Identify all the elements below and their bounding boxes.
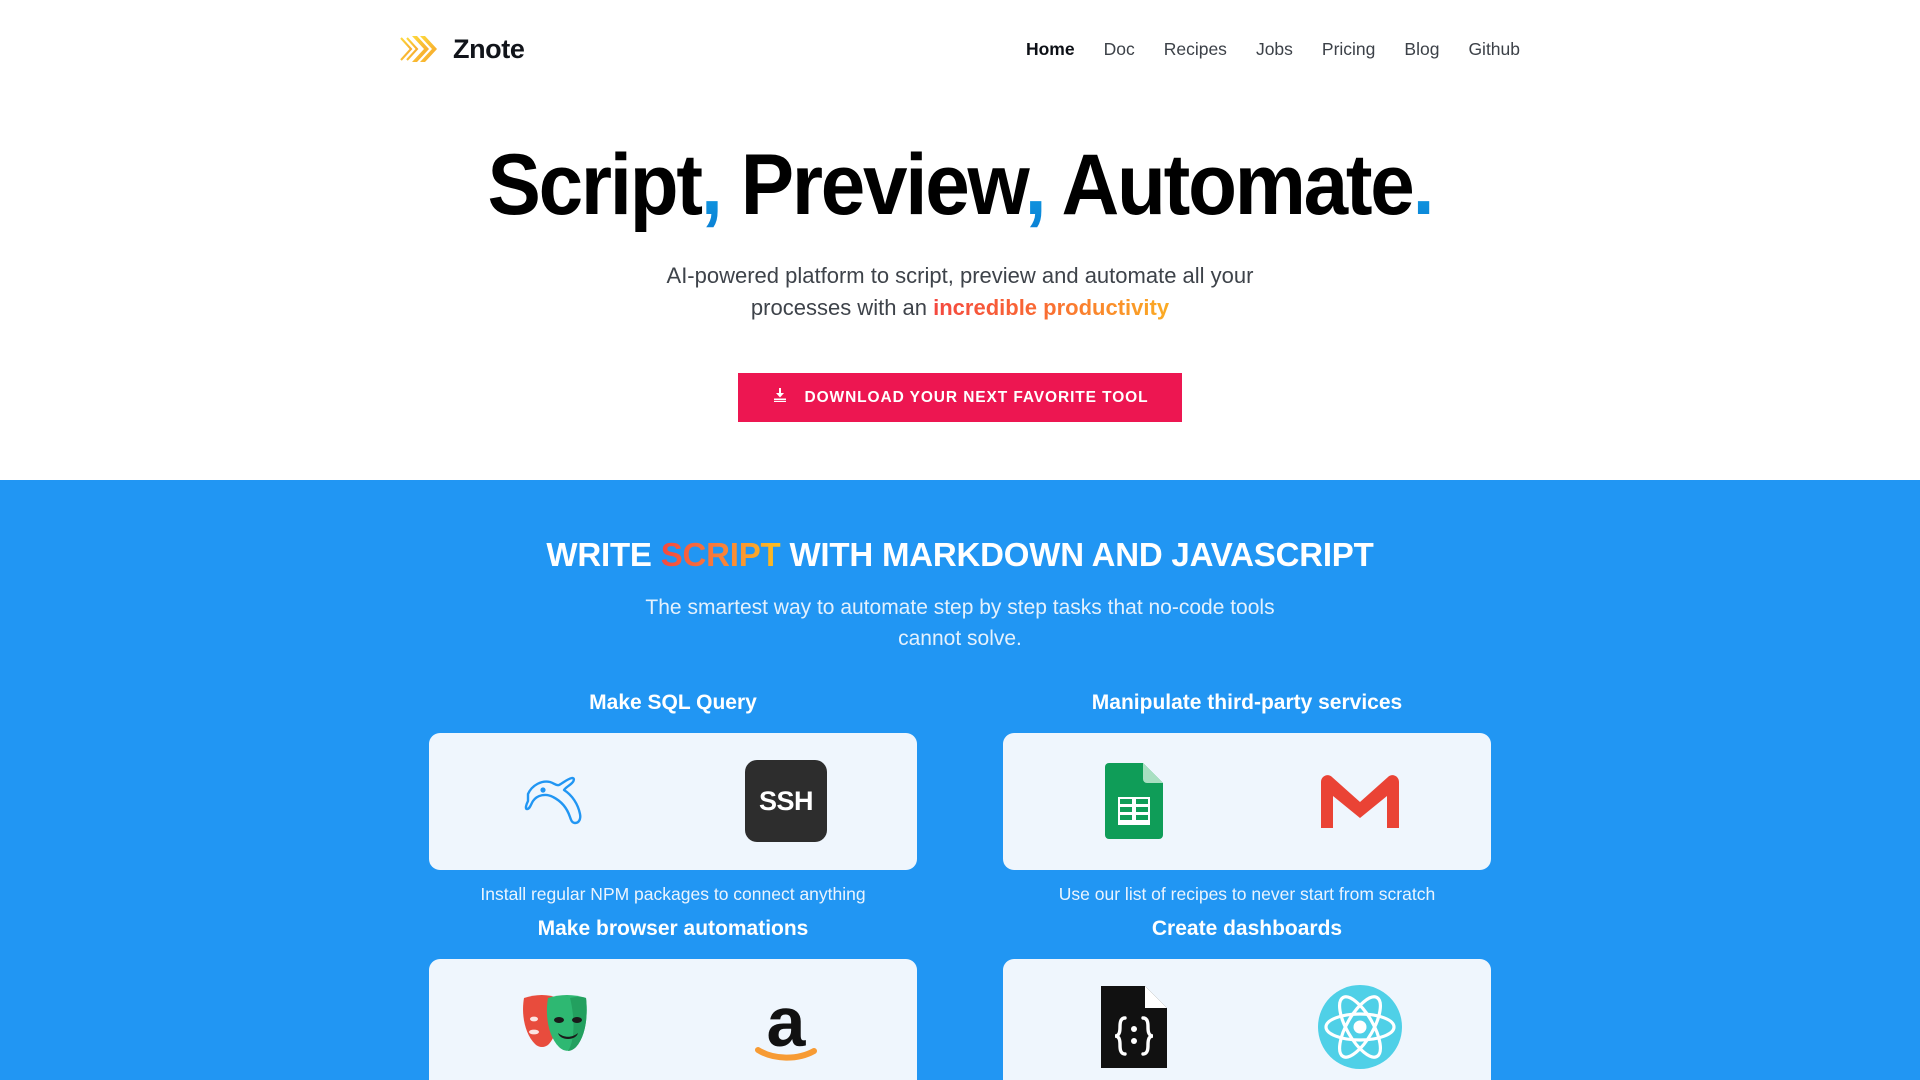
feature-card-browser: Make browser automations a (429, 917, 917, 1080)
hero-subtitle-line1: AI-powered platform to script, preview a… (666, 263, 1254, 289)
ssh-label: SSH (745, 760, 827, 843)
site-header: Znote Home Doc Recipes Jobs Pricing Blog… (0, 0, 1920, 98)
hero-subtitle-line2-prefix: processes with an (750, 295, 934, 321)
hero-comma-2: , (1024, 137, 1047, 233)
feature-card-box[interactable]: a (429, 958, 917, 1080)
nav-item-blog[interactable]: Blog (1404, 39, 1439, 60)
hero-title-preview: Preview (720, 137, 1027, 233)
feature-card-title: Make browser automations (537, 916, 809, 940)
theater-masks-icon (511, 978, 609, 1076)
json-file-icon (1085, 978, 1183, 1076)
download-button[interactable]: DOWNLOAD YOUR NEXT FAVORITE TOOL (737, 373, 1183, 423)
feature-card-title: Manipulate third-party services (1091, 690, 1403, 714)
hero-cta-container: DOWNLOAD YOUR NEXT FAVORITE TOOL (0, 373, 1920, 423)
svg-text:a: a (767, 988, 807, 1061)
hero-comma-1: , (700, 137, 723, 233)
znote-chevron-logo-icon (398, 28, 438, 70)
feature-card-title: Make SQL Query (589, 690, 757, 714)
hero-section: Script, Preview, Automate. AI-powered pl… (0, 98, 1920, 423)
features-section: WRITE SCRIPT WITH MARKDOWN AND JAVASCRIP… (0, 480, 1920, 1080)
features-subtitle-line2: cannot solve. (898, 626, 1022, 650)
feature-card-dashboards: Create dashboards (1003, 917, 1491, 1080)
features-heading-highlight: SCRIPT (660, 536, 781, 574)
feature-card-box[interactable] (1003, 958, 1491, 1080)
feature-cards-grid: Make SQL Query SSH Install regular NPM p… (429, 691, 1491, 1080)
features-heading-prefix: WRITE (546, 536, 661, 574)
feature-card-box[interactable]: SSH (429, 732, 917, 870)
hero-subtitle-highlight: incredible productivity (933, 295, 1170, 321)
nav-item-recipes[interactable]: Recipes (1164, 39, 1227, 60)
features-subtitle: The smartest way to automate step by ste… (0, 593, 1920, 654)
features-heading: WRITE SCRIPT WITH MARKDOWN AND JAVASCRIP… (0, 536, 1920, 574)
features-heading-suffix: WITH MARKDOWN AND JAVASCRIPT (780, 536, 1374, 574)
main-navigation: Home Doc Recipes Jobs Pricing Blog Githu… (1026, 39, 1520, 60)
download-icon (772, 387, 788, 408)
gmail-icon (1311, 752, 1409, 850)
mysql-dolphin-icon (511, 752, 609, 850)
feature-card-title: Create dashboards (1151, 916, 1343, 940)
hero-title-automate: Automate (1044, 137, 1415, 233)
feature-card-sql: Make SQL Query SSH Install regular NPM p… (429, 691, 917, 905)
nav-item-github[interactable]: Github (1468, 39, 1520, 60)
brand-name: Znote (453, 33, 525, 64)
features-subtitle-line1: The smartest way to automate step by ste… (645, 596, 1275, 620)
page-title: Script, Preview, Automate. (67, 140, 1853, 230)
hero-subtitle: AI-powered platform to script, preview a… (0, 260, 1920, 324)
nav-item-pricing[interactable]: Pricing (1322, 39, 1376, 60)
download-button-label: DOWNLOAD YOUR NEXT FAVORITE TOOL (804, 388, 1149, 406)
feature-card-box[interactable] (1003, 732, 1491, 870)
nav-item-doc[interactable]: Doc (1104, 39, 1135, 60)
feature-card-caption: Use our list of recipes to never start f… (1058, 883, 1436, 904)
nav-item-jobs[interactable]: Jobs (1256, 39, 1293, 60)
ssh-icon: SSH (737, 752, 835, 850)
hero-title-script: Script (487, 137, 704, 233)
react-icon (1311, 978, 1409, 1076)
brand-logo-link[interactable]: Znote (398, 28, 525, 70)
hero-period: . (1412, 137, 1435, 233)
google-sheets-icon (1085, 752, 1183, 850)
feature-card-caption: Install regular NPM packages to connect … (480, 883, 866, 904)
feature-card-services: Manipulate third-party services Use our … (1003, 691, 1491, 905)
nav-item-home[interactable]: Home (1026, 39, 1075, 60)
amazon-icon: a (737, 978, 835, 1076)
